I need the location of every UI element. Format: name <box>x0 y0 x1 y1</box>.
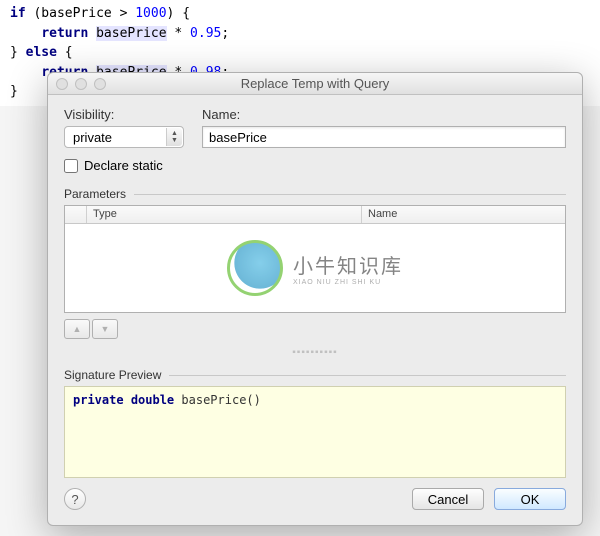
declare-static-checkbox[interactable] <box>64 159 78 173</box>
cancel-button[interactable]: Cancel <box>412 488 484 510</box>
move-down-button[interactable]: ▼ <box>92 319 118 339</box>
move-up-button[interactable]: ▲ <box>64 319 90 339</box>
name-input[interactable] <box>202 126 566 148</box>
params-head-spacer <box>65 206 87 223</box>
watermark: 小牛知识库 XIAO NIU ZHI SHI KU <box>227 240 403 296</box>
signature-preview-label: Signature Preview <box>64 368 566 382</box>
parameters-group-label: Parameters <box>64 187 566 201</box>
zoom-icon[interactable] <box>94 78 106 90</box>
params-head-name[interactable]: Name <box>362 206 565 223</box>
close-icon[interactable] <box>56 78 68 90</box>
watermark-logo-icon <box>227 240 283 296</box>
chevron-updown-icon: ▲▼ <box>166 128 182 146</box>
name-label: Name: <box>202 107 566 122</box>
resize-grip-icon[interactable]: ▪▪▪▪▪▪▪▪▪▪ <box>64 347 566 358</box>
help-button[interactable]: ? <box>64 488 86 510</box>
dialog-title: Replace Temp with Query <box>48 76 582 91</box>
watermark-subtext: XIAO NIU ZHI SHI KU <box>293 279 403 286</box>
params-head-type[interactable]: Type <box>87 206 362 223</box>
visibility-value: private <box>73 130 112 145</box>
signature-preview: private double basePrice() <box>64 386 566 478</box>
minimize-icon[interactable] <box>75 78 87 90</box>
parameters-table: Type Name 小牛知识库 XIAO NIU ZHI SHI KU <box>64 205 566 313</box>
visibility-label: Visibility: <box>64 107 184 122</box>
dialog-titlebar[interactable]: Replace Temp with Query <box>48 73 582 95</box>
watermark-text: 小牛知识库 <box>293 250 403 279</box>
refactor-dialog: Replace Temp with Query Visibility: priv… <box>47 72 583 526</box>
visibility-combo[interactable]: private ▲▼ <box>64 126 184 148</box>
ok-button[interactable]: OK <box>494 488 566 510</box>
parameters-body: 小牛知识库 XIAO NIU ZHI SHI KU <box>65 224 565 312</box>
declare-static-row[interactable]: Declare static <box>64 158 566 173</box>
declare-static-label: Declare static <box>84 158 163 173</box>
